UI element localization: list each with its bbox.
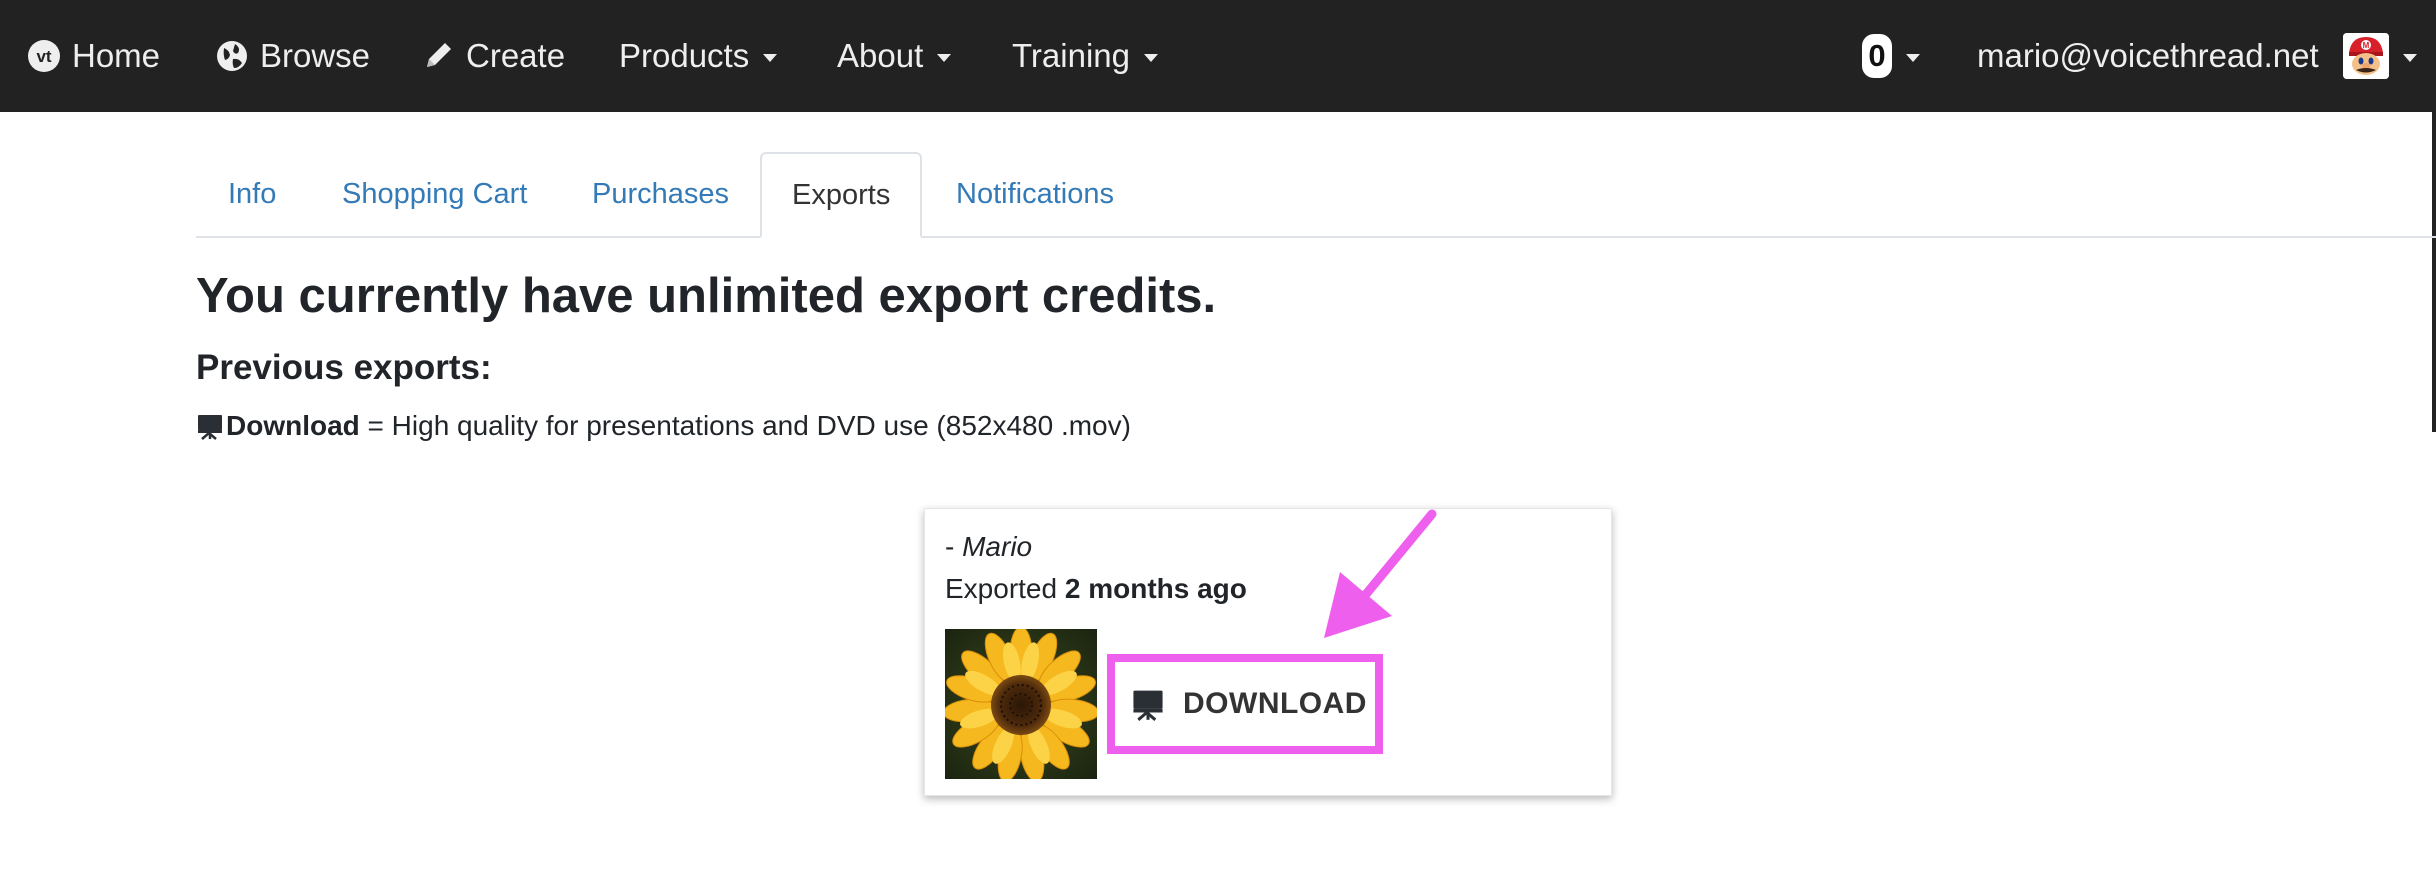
nav-browse-label: Browse xyxy=(260,37,371,74)
user-email: mario@voicethread.net xyxy=(1977,37,2319,74)
legend-term: Download xyxy=(226,410,360,441)
export-author: - Mario xyxy=(945,531,1032,563)
credits-dropdown[interactable]: 0 xyxy=(1862,0,1920,112)
nav-browse[interactable]: Browse xyxy=(214,0,370,112)
nav-products-label: Products xyxy=(619,37,750,74)
tab-shopping-cart[interactable]: Shopping Cart xyxy=(342,152,527,236)
tab-purchases[interactable]: Purchases xyxy=(592,152,729,236)
chevron-down-icon xyxy=(1144,54,1158,62)
vt-logo-icon: vt xyxy=(26,38,62,74)
mario-avatar-icon: M xyxy=(2342,33,2389,79)
chevron-down-icon xyxy=(1906,54,1920,62)
chevron-down-icon xyxy=(763,54,778,62)
tab-notifications[interactable]: Notifications xyxy=(956,152,1114,236)
nav-training-label: Training xyxy=(1012,37,1130,74)
nav-create[interactable]: Create xyxy=(420,0,565,112)
sunflower-thumbnail[interactable] xyxy=(945,629,1097,779)
exported-when: 2 months ago xyxy=(1064,573,1247,604)
section-title: Previous exports: xyxy=(196,348,492,387)
tab-info[interactable]: Info xyxy=(228,152,276,236)
nav-about-dropdown[interactable]: About xyxy=(837,0,952,112)
chevron-down-icon xyxy=(937,54,952,62)
export-timestamp: Exported 2 months ago xyxy=(945,573,1247,605)
annotation-arrow-icon xyxy=(1324,509,1437,638)
nav-products-dropdown[interactable]: Products xyxy=(619,0,778,112)
nav-home[interactable]: vt Home xyxy=(26,0,160,112)
user-menu-dropdown[interactable]: mario@voicethread.net M xyxy=(1977,0,2417,112)
download-button[interactable]: DOWNLOAD xyxy=(1107,654,1383,754)
pencil-icon xyxy=(420,38,456,74)
svg-text:vt: vt xyxy=(36,47,51,66)
account-tabs: Info Shopping Cart Purchases Exports Not… xyxy=(196,152,2436,238)
nav-about-label: About xyxy=(837,37,924,74)
globe-icon xyxy=(214,38,250,74)
credits-badge: 0 xyxy=(1862,34,1892,78)
export-format-legend: Download = High quality for presentation… xyxy=(196,410,1131,442)
download-monitor-icon xyxy=(196,412,224,440)
chevron-down-icon xyxy=(2402,54,2417,62)
export-card: - Mario Exported 2 months ago DOWNLOAD xyxy=(924,508,1612,796)
author-name: Mario xyxy=(962,531,1033,562)
top-navbar: vt Home Browse Create Products About Tra… xyxy=(0,0,2436,112)
download-button-label: DOWNLOAD xyxy=(1183,687,1367,720)
page-title: You currently have unlimited export cred… xyxy=(196,269,1217,323)
tab-exports[interactable]: Exports xyxy=(760,152,923,238)
download-monitor-icon xyxy=(1131,687,1165,721)
nav-training-dropdown[interactable]: Training xyxy=(1012,0,1158,112)
svg-text:M: M xyxy=(2362,41,2369,50)
nav-create-label: Create xyxy=(466,37,566,74)
exported-prefix: Exported xyxy=(945,573,1065,604)
nav-home-label: Home xyxy=(72,37,161,74)
author-prefix: - xyxy=(945,531,963,562)
legend-description: = High quality for presentations and DVD… xyxy=(359,410,1131,441)
